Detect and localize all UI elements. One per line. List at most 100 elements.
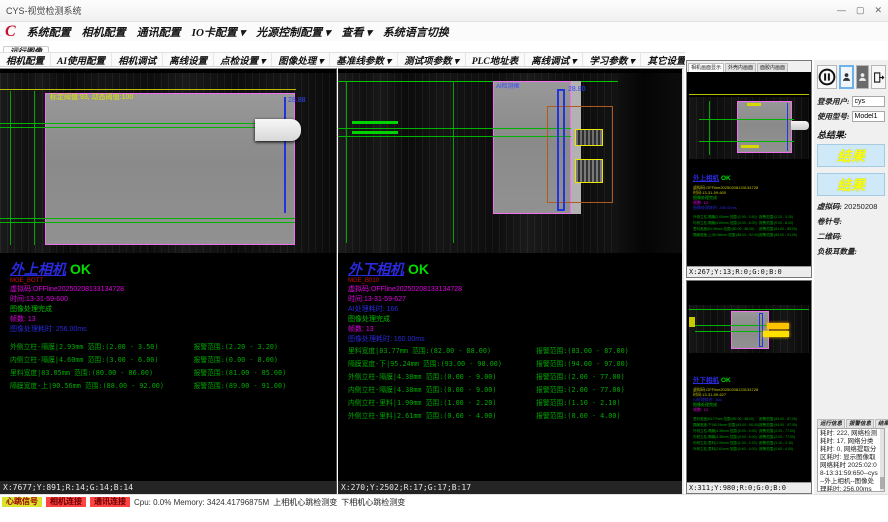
alarm-range: 报警范围:(2.00 - 77.00): [536, 371, 678, 384]
thumb-info-upper: 外上相机OK 虚拟码:OFFline20250208133134728 时间:1…: [693, 167, 809, 238]
threshold-overlay-label: 标定阈值:93, 动态阈值:100: [50, 94, 133, 102]
tab-result-info[interactable]: 结果信息: [875, 419, 888, 428]
heartbeat-badge: 心跳信号: [2, 497, 42, 507]
close-button[interactable]: ✕: [874, 5, 882, 16]
alarm-range: 报警范围:(2.00 - 77.00): [536, 384, 678, 397]
measurement-value: 内侧立柱-隔膜|4.60mm 范围:(3.00 - 6.00): [10, 354, 194, 367]
result-text: 结果: [837, 146, 865, 166]
thumb-tab-shell-view[interactable]: 外壳内画面: [725, 63, 756, 72]
operator-button[interactable]: [856, 65, 869, 89]
menu-camera-config[interactable]: 相机配置: [82, 24, 126, 40]
tool-offline-debug[interactable]: 离线调试 ▾: [525, 53, 583, 67]
measurement-row: 外侧立柱-里料|2.61mm 范围:(0.60 - 4.00)报警范围:(0.6…: [693, 446, 809, 452]
thumb-image-upper[interactable]: [689, 97, 809, 159]
thumb-panel-upper[interactable]: 相机画面显示 外壳内画面 面胶内画面 外上相机OK 虚拟码:OFFline202…: [686, 60, 812, 278]
measurement-value: 里料宽度|83.77mm 范围:(82.00 - 88.00): [348, 345, 536, 358]
tab-run-info[interactable]: 运行信息: [817, 419, 845, 428]
camera-panel-upper-outer: 标定阈值:93, 动态阈值:100 28.88 外上相机OK MGE_BOTT …: [0, 68, 337, 494]
process-done-line: 图像处理完成: [10, 305, 330, 314]
ai-time-line: AI处理耗时: 166: [348, 305, 676, 314]
virtual-code-row: 虚拟码: 20250208: [817, 201, 885, 212]
comm-link-badge: 通讯连接: [90, 497, 130, 507]
log-scrollbar-thumb[interactable]: [880, 477, 884, 489]
result-text: 结果: [837, 175, 865, 195]
logout-button[interactable]: [871, 65, 886, 89]
camera-info-lower: 外下相机OK MGE_B010 虚拟码:OFFline2025020813313…: [348, 261, 676, 344]
menu-io-config[interactable]: IO卡配置 ▾: [192, 24, 246, 40]
thumb-tabs: 相机画面显示 外壳内画面 面胶内画面: [687, 61, 811, 72]
tool-test-params[interactable]: 测试项参数 ▾: [398, 53, 466, 67]
measurement-value: 隔膜宽度-上|90.56mm 范围:(88.00 - 92.00): [693, 232, 759, 238]
camera-title: 外下相机: [348, 263, 404, 279]
menu-bar: C 系统配置 相机配置 通讯配置 IO卡配置 ▾ 光源控制配置 ▾ 查看 ▾ 系…: [0, 22, 888, 41]
measurement-list-lower: 里料宽度|83.77mm 范围:(82.00 - 88.00)报警范围:(83.…: [348, 345, 678, 423]
thumb-tab-camera-view[interactable]: 相机画面显示: [688, 63, 724, 72]
tool-image-process[interactable]: 图像处理 ▾: [272, 53, 330, 67]
alarm-range: 报警范围:(89.00 - 91.00): [194, 380, 332, 393]
green-measure-line: [0, 218, 295, 219]
tool-spotcheck-setting[interactable]: 点检设置 ▾: [214, 53, 272, 67]
sidebar-buttons: [817, 65, 885, 89]
measurement-value: 里料宽度|83.05mm 范围:(80.00 - 86.00): [10, 367, 194, 380]
frame-count-line: 帧数: 13: [10, 315, 330, 324]
minimize-button[interactable]: —: [837, 5, 846, 16]
green-highlight-segment: [352, 131, 398, 134]
tool-ai-config[interactable]: AI使用配置: [51, 53, 112, 67]
login-user-field[interactable]: [852, 96, 886, 107]
upper-camera-heartbeat-text: 上相机心跳检测变: [273, 497, 337, 508]
blue-roi-box: [557, 89, 565, 211]
status-bar: 心跳信号 相机连接 通讯连接 Cpu: 0.0% Memory: 3424.41…: [0, 494, 888, 522]
pause-button[interactable]: [817, 65, 837, 89]
title-bar: CYS-视觉检测系统 — ▢ ✕: [0, 0, 888, 22]
green-measure-line: [338, 128, 571, 129]
barcode-line: 虚拟码:OFFline20250208133134728: [348, 285, 676, 294]
thumb-tab-film-view[interactable]: 面胶内画面: [757, 63, 788, 72]
user-login-button[interactable]: [839, 65, 854, 89]
model-field[interactable]: [852, 111, 886, 122]
log-scrollbar[interactable]: [880, 429, 884, 491]
result-box-lower: 结果: [817, 173, 885, 196]
blue-measure-value: 28.80: [568, 86, 586, 94]
tool-camera-config[interactable]: 相机配置: [0, 53, 51, 67]
measurement-list-upper: 外侧立柱-隔膜|2.93mm 范围:(2.00 - 3.50)报警范围:(2.2…: [10, 341, 332, 393]
tool-camera-debug[interactable]: 相机调试: [112, 53, 163, 67]
highlight-glow: [767, 323, 789, 329]
green-measure-line: [695, 325, 775, 326]
tab-alarm-info[interactable]: 报警信息: [846, 419, 874, 428]
measurement-row: 里料宽度|83.05mm 范围:(80.00 - 86.00)报警范围:(81.…: [10, 367, 332, 380]
window-controls: — ▢ ✕: [837, 5, 882, 16]
menu-comm-config[interactable]: 通讯配置: [137, 24, 181, 40]
app-logo-icon: C: [5, 24, 16, 40]
green-reference-line-vertical: [709, 101, 710, 155]
thumb-panel-lower[interactable]: 外下相机OK 虚拟码:OFFline20250208133134728 时间:1…: [686, 280, 812, 494]
barcode-line: 虚拟码:OFFline20250208133134728: [10, 285, 330, 294]
tool-offline-setting[interactable]: 离线设置: [163, 53, 214, 67]
tool-other-setting[interactable]: 其它设置 ▾: [641, 53, 685, 67]
tool-plc-address[interactable]: PLC地址表: [466, 53, 525, 67]
tab-count-row: 负极耳数量:: [817, 246, 885, 257]
menu-view[interactable]: 查看 ▾: [341, 24, 371, 40]
status-strip: 心跳信号 相机连接 通讯连接 Cpu: 0.0% Memory: 3424.41…: [0, 495, 888, 509]
thumb-image-lower[interactable]: [689, 305, 809, 353]
thumb-info-lower: 外下相机OK 虚拟码:OFFline20250208133134728 时间:1…: [693, 369, 809, 452]
menu-language-switch[interactable]: 系统语言切换: [383, 24, 449, 40]
cpu-memory-text: Cpu: 0.0% Memory: 3424.41796875M: [134, 498, 269, 507]
menu-light-config[interactable]: 光源控制配置 ▾: [256, 24, 330, 40]
pixel-coords-bar: X:311;Y:980;R:0;G:0;B:0: [687, 482, 811, 493]
camera-image-lower[interactable]: AI检测框 28.80: [338, 73, 682, 253]
tool-learn-params[interactable]: 学习参数 ▾: [583, 53, 641, 67]
virtual-code-label: 虚拟码:: [817, 201, 842, 212]
menu-system-config[interactable]: 系统配置: [27, 24, 71, 40]
total-result-label: 总结果:: [817, 128, 885, 141]
camera-info-upper: 外上相机OK MGE_BOTT 虚拟码:OFFline2025020813313…: [10, 261, 330, 334]
tool-baseline-params[interactable]: 基准线参数 ▾: [330, 53, 398, 67]
ai-box-label: AI检测框: [496, 83, 520, 91]
yellow-reference-line: [689, 94, 809, 95]
measurement-value: 外侧立柱-里料|2.61mm 范围:(0.60 - 4.00): [348, 410, 536, 423]
tab-connector-region: [255, 119, 301, 141]
run-log-box[interactable]: 耗时: 222, 网络检测耗时: 17, 网络分类耗时: 0, 网络提取分区耗时…: [817, 428, 885, 492]
run-log-text: 耗时: 222, 网络检测耗时: 17, 网络分类耗时: 0, 网络提取分区耗时…: [820, 430, 878, 492]
camera-image-upper[interactable]: 标定阈值:93, 动态阈值:100 28.88: [0, 73, 336, 253]
maximize-button[interactable]: ▢: [856, 5, 865, 16]
green-highlight-segment: [352, 121, 398, 124]
